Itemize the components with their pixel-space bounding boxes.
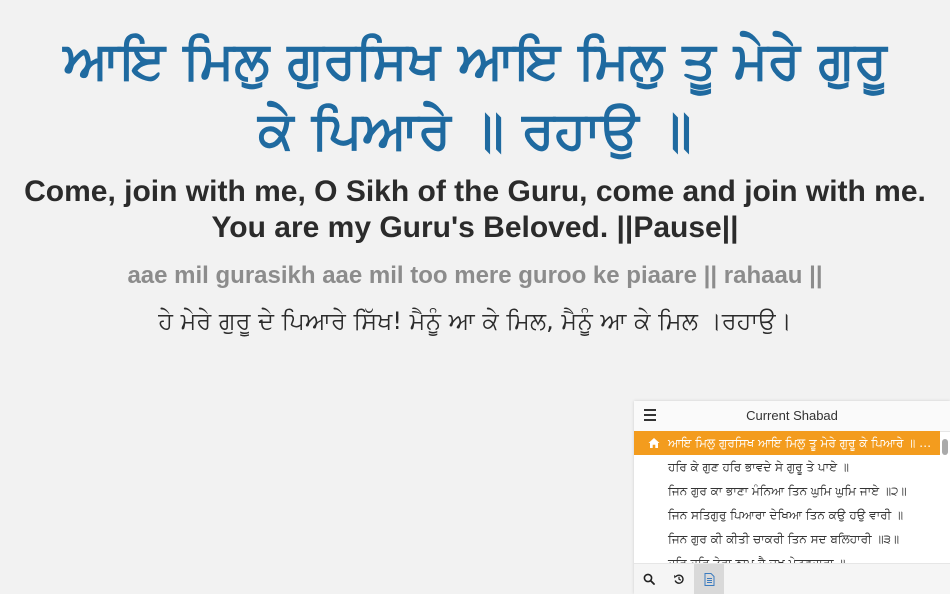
shabad-view-button[interactable]	[694, 564, 724, 594]
panel-scrollbar[interactable]	[942, 439, 948, 455]
home-icon	[648, 438, 660, 448]
panel-title: Current Shabad	[746, 408, 838, 423]
shabad-panel: Current Shabad ਆਇ ਮਿਲੁ ਗੁਰਸਿਖ ਆਇ ਮਿਲੁ ਤੂ…	[634, 401, 950, 594]
shabad-line-text: ਜਿਨ ਗੁਰ ਕਾ ਭਾਣਾ ਮੰਨਿਆ ਤਿਨ ਘੁਮਿ ਘੁਮਿ ਜਾਏ …	[668, 484, 907, 498]
transliteration: aae mil gurasikh aae mil too mere guroo …	[127, 262, 823, 289]
search-button[interactable]	[634, 564, 664, 594]
shabad-line[interactable]: ਜਿਨ ਗੁਰ ਕਾ ਭਾਣਾ ਮੰਨਿਆ ਤਿਨ ਘੁਮਿ ਘੁਮਿ ਜਾਏ …	[634, 479, 940, 503]
shabad-line[interactable]: ਜਿਨ ਸਤਿਗੁਰੁ ਪਿਆਰਾ ਦੇਖਿਆ ਤਿਨ ਕਉ ਹਉ ਵਾਰੀ ॥	[634, 503, 940, 527]
history-button[interactable]	[664, 564, 694, 594]
shabad-line-text: ਹਰਿ ਕੇ ਗੁਣ ਹਰਿ ਭਾਵਦੇ ਸੇ ਗੁਰੂ ਤੇ ਪਾਏ ॥	[668, 460, 849, 474]
history-icon	[674, 574, 684, 584]
shabad-line-text: ਆਇ ਮਿਲੁ ਗੁਰਸਿਖ ਆਇ ਮਿਲੁ ਤੂ ਮੇਰੇ ਗੁਰੂ ਕੇ ਪ…	[668, 436, 940, 450]
panel-footer	[634, 563, 950, 594]
gurbani-line: ਆਇ ਮਿਲੁ ਗੁਰਸਿਖ ਆਇ ਮਿਲੁ ਤੂ ਮੇਰੇ ਗੁਰੂ ਕੇ ਪ…	[63, 31, 887, 161]
shabad-line-active[interactable]: ਆਇ ਮਿਲੁ ਗੁਰਸਿਖ ਆਇ ਮਿਲੁ ਤੂ ਮੇਰੇ ਗੁਰੂ ਕੇ ਪ…	[634, 431, 940, 455]
search-icon	[643, 573, 655, 585]
shabad-line-text: ਜਿਨ ਗੁਰ ਕੀ ਕੀਤੀ ਚਾਕਰੀ ਤਿਨ ਸਦ ਬਲਿਹਾਰੀ ॥੩॥	[668, 532, 900, 546]
punjabi-teeka: ਹੇ ਮੇਰੇ ਗੁਰੂ ਦੇ ਪਿਆਰੇ ਸਿੱਖ! ਮੈਨੂੰ ਆ ਕੇ ਮ…	[158, 307, 792, 335]
shabad-line[interactable]: ਹਰਿ ਕੇ ਗੁਣ ਹਰਿ ਭਾਵਦੇ ਸੇ ਗੁਰੂ ਤੇ ਪਾਏ ॥	[634, 455, 940, 479]
shabad-line-text: ਜਿਨ ਸਤਿਗੁਰੁ ਪਿਆਰਾ ਦੇਖਿਆ ਤਿਨ ਕਉ ਹਉ ਵਾਰੀ ॥	[668, 508, 904, 522]
shabad-line[interactable]: ਜਿਨ ਗੁਰ ਕੀ ਕੀਤੀ ਚਾਕਰੀ ਤਿਨ ਸਦ ਬਲਿਹਾਰੀ ॥੩॥	[634, 527, 940, 551]
shabad-line-list: ਆਇ ਮਿਲੁ ਗੁਰਸਿਖ ਆਇ ਮਿਲੁ ਤੂ ਮੇਰੇ ਗੁਰੂ ਕੇ ਪ…	[634, 431, 940, 564]
panel-header: Current Shabad	[634, 401, 950, 432]
viewer-stage: ਆਇ ਮਿਲੁ ਗੁਰਸਿਖ ਆਇ ਮਿਲੁ ਤੂ ਮੇਰੇ ਗੁਰੂ ਕੇ ਪ…	[0, 0, 950, 594]
document-icon	[704, 572, 714, 586]
english-translation: Come, join with me, O Sikh of the Guru, …	[24, 175, 926, 244]
